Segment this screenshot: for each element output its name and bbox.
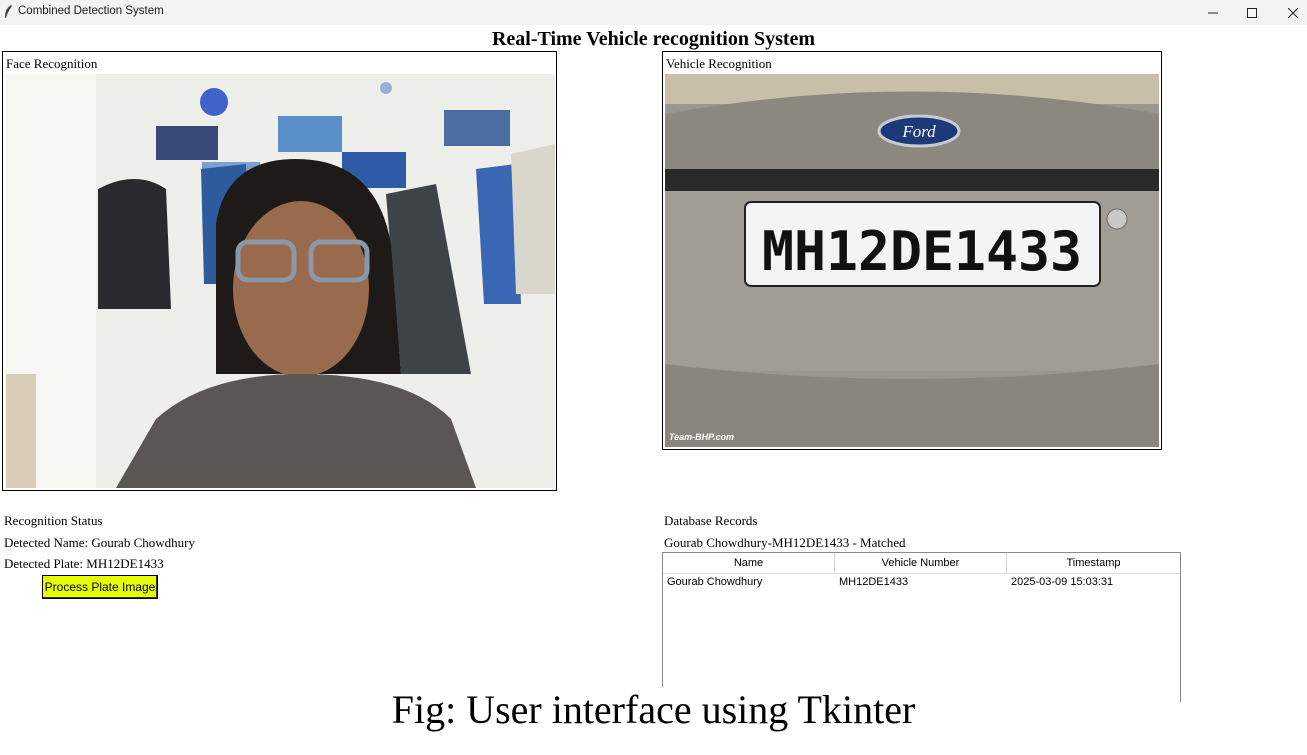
- column-header-timestamp[interactable]: Timestamp: [1007, 553, 1180, 574]
- window-title: Combined Detection System: [18, 5, 164, 17]
- face-recognition-label: Face Recognition: [6, 56, 98, 71]
- close-button[interactable]: [1273, 0, 1307, 25]
- cell-name: Gourab Chowdhury: [667, 576, 763, 588]
- figure-caption-text: Fig: User interface using Tkinter: [387, 687, 920, 732]
- cell-timestamp: 2025-03-09 15:03:31: [1011, 576, 1114, 588]
- vehicle-recognition-frame: Vehicle Recognition Ford MH12DE1433 Team…: [662, 51, 1162, 450]
- minimize-icon: [1208, 12, 1218, 13]
- feather-icon: [5, 5, 12, 18]
- vehicle-recognition-label: Vehicle Recognition: [666, 56, 772, 71]
- detected-name: Detected Name: Gourab Chowdhury: [4, 535, 195, 550]
- column-header-vehicle-number[interactable]: Vehicle Number: [835, 553, 1007, 574]
- minimize-button[interactable]: [1193, 0, 1233, 25]
- table-header: Name Vehicle Number Timestamp: [663, 553, 1180, 574]
- page-title: Real-Time Vehicle recognition System: [491, 28, 816, 50]
- maximize-button[interactable]: [1232, 0, 1272, 25]
- match-status: Gourab Chowdhury-MH12DE1433 - Matched: [664, 535, 906, 550]
- database-records-heading: Database Records: [664, 513, 758, 528]
- car-badge-text: Ford: [901, 122, 936, 141]
- recognition-status-heading: Recognition Status: [4, 513, 103, 528]
- window-title-bar: Combined Detection System: [0, 0, 1307, 25]
- close-icon: [1288, 7, 1298, 18]
- face-recognition-frame: Face Recognition: [2, 51, 557, 491]
- vehicle-camera-feed: Ford MH12DE1433 Team-BHP.com: [665, 74, 1159, 447]
- figure-caption: Fig: User interface using Tkinter: [0, 686, 1307, 733]
- detected-plate: Detected Plate: MH12DE1433: [4, 556, 164, 571]
- column-header-name[interactable]: Name: [663, 553, 835, 574]
- face-camera-feed: [6, 74, 555, 488]
- database-table[interactable]: Name Vehicle Number Timestamp Gourab Cho…: [662, 552, 1181, 702]
- cell-vehicle-number: MH12DE1433: [839, 576, 909, 588]
- image-watermark: Team-BHP.com: [669, 432, 734, 442]
- table-row[interactable]: Gourab Chowdhury MH12DE1433 2025-03-09 1…: [663, 575, 1180, 593]
- maximize-icon: [1247, 7, 1257, 18]
- process-plate-button[interactable]: Process Plate Image: [42, 575, 158, 599]
- license-plate-text: MH12DE1433: [762, 220, 1082, 283]
